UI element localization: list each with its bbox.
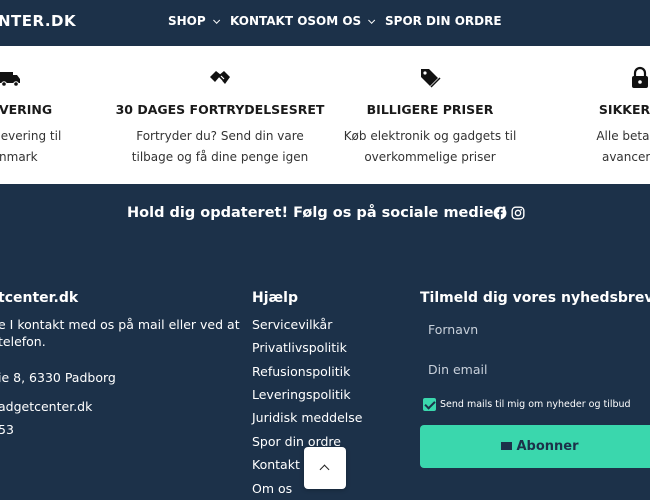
facebook-icon[interactable]	[493, 206, 507, 220]
help-title: Hjælp	[252, 290, 299, 306]
company-contact-text: telefon.	[0, 334, 46, 349]
truck-icon	[0, 72, 20, 87]
feature-title: SIKKER BET	[598, 102, 650, 117]
nav-shop-label: SHOP	[168, 14, 206, 28]
feature-desc-line: Alle betalinger	[596, 129, 650, 143]
nav-track-order[interactable]: SPOR DIN ORDRE	[385, 14, 502, 28]
company-phone[interactable]: 53	[0, 420, 14, 439]
feature-desc-line: Danmark	[0, 150, 38, 164]
feature-desc: Fortryder du? Send din vare tilbage og få…	[110, 126, 330, 168]
feature-desc-line: Fortryder du? Send din vare	[136, 129, 304, 143]
nav-track-order-label: SPOR DIN ORDRE	[385, 14, 502, 28]
feature-desc: Alle betalinger avanceret te	[530, 126, 650, 168]
firstname-input[interactable]: Fornavn	[420, 313, 650, 347]
help-link-refund[interactable]: Refusionspolitik	[252, 364, 350, 379]
newsletter-title: Tilmeld dig vores nyhedsbrev	[420, 290, 650, 306]
feature-title: G LEVERING	[0, 102, 53, 117]
instagram-icon[interactable]	[511, 206, 525, 220]
subscribe-button-label: Abonner	[516, 439, 579, 454]
email-input[interactable]: Din email	[420, 353, 650, 387]
feature-desc: Køb elektronik og gadgets til overkommeli…	[320, 126, 540, 168]
feature-title: BILLIGERE PRISER	[366, 102, 494, 117]
handshake-icon	[210, 71, 230, 84]
price-tag-icon	[421, 69, 441, 88]
top-nav: NTER.DK SHOP KONTAKT OS OM OS SPOR DIN O…	[0, 0, 650, 46]
nav-about-label: OM OS	[316, 14, 362, 28]
nav-contact[interactable]: KONTAKT OS	[230, 14, 316, 28]
mail-icon	[501, 442, 513, 450]
scroll-to-top-button[interactable]	[304, 447, 346, 489]
help-link-contact[interactable]: Kontakt o	[252, 457, 311, 472]
social-heading: Hold dig opdateret! Følg os på sociale m…	[127, 205, 508, 221]
nav-about[interactable]: OM OS	[316, 14, 376, 28]
company-address: ie 8, 6330 Padborg	[0, 370, 116, 385]
feature-title: 30 DAGES FORTRYDELSESRET	[115, 102, 325, 117]
feature-desc: ksibel levering til Danmark	[0, 126, 120, 168]
help-link-terms[interactable]: Servicevilkår	[252, 317, 332, 332]
subscribe-button[interactable]: Abonner	[420, 425, 650, 468]
consent-label: Send mails til mig om nyheder og tilbud	[440, 399, 631, 410]
feature-desc-line: tilbage og få dine penge igen	[131, 150, 309, 164]
help-link-privacy[interactable]: Privatlivspolitik	[252, 340, 347, 355]
consent-checkbox[interactable]	[423, 398, 436, 411]
company-title: tcenter.dk	[0, 290, 79, 306]
lock-icon	[632, 66, 648, 88]
features-bar: G LEVERING ksibel levering til Danmark 30…	[0, 46, 650, 184]
feature-desc-line: overkommelige priser	[364, 150, 496, 164]
chevron-down-icon	[368, 16, 376, 24]
nav-contact-label: KONTAKT OS	[230, 14, 317, 28]
help-link-legal[interactable]: Juridisk meddelse	[252, 410, 362, 425]
company-email[interactable]: adgetcenter.dk	[0, 397, 92, 416]
site-logo[interactable]: NTER.DK	[0, 12, 76, 30]
feature-desc-line: ksibel levering til	[0, 129, 62, 143]
feature-desc-line: Køb elektronik og gadgets til	[343, 129, 517, 143]
chevron-down-icon	[212, 16, 220, 24]
feature-desc-line: avanceret te	[601, 150, 650, 164]
help-link-about[interactable]: Om os	[252, 481, 292, 496]
help-link-shipping[interactable]: Leveringspolitik	[252, 387, 351, 402]
nav-shop[interactable]: SHOP	[168, 14, 220, 28]
